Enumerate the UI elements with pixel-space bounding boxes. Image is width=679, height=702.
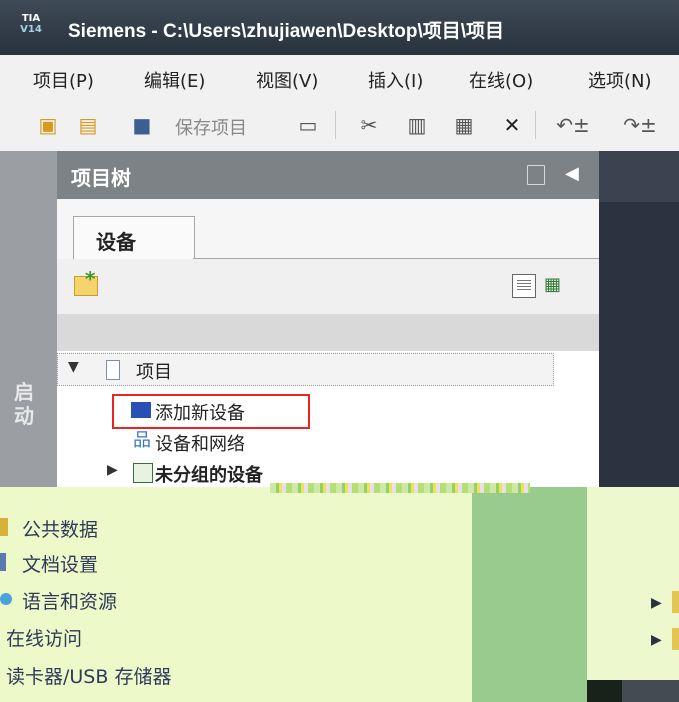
new-group-icon[interactable] [74,267,98,296]
menu-insert[interactable]: 插入(I) [368,67,423,93]
project-tree-toolbar: ▦ [57,259,599,314]
marker-block [672,628,679,650]
menu-edit[interactable]: 编辑(E) [144,67,205,93]
tree-item-label: 未分组的设备 [155,465,263,486]
network-icon: 品 [133,430,151,451]
menu-project[interactable]: 项目(P) [33,67,94,93]
open-project-icon[interactable]: ▤ [76,113,100,137]
undo-icon[interactable]: ↶± [555,113,591,137]
tree-item-project[interactable]: ▼ 项目 [57,353,554,386]
window-title: Siemens - C:\Users\zhujiawen\Desktop\项目\… [68,21,505,42]
print-icon[interactable]: ▭ [296,113,320,137]
menu-view[interactable]: 视图(V) [256,67,318,93]
save-project-button[interactable]: 保存项目 [175,114,247,140]
tia-portal-logo: TIA V14 [16,13,46,43]
tree-item-devices-networks[interactable]: 品 设备和网络 [57,426,554,457]
title-bar: TIA V14 Siemens - C:\Users\zhujiawen\Des… [0,0,679,55]
logo-line-2: V14 [20,24,42,35]
project-tree-header: 项目树 ◀ [57,151,599,199]
redo-icon[interactable]: ↷± [620,113,660,137]
cut-icon[interactable]: ✂ [357,113,381,137]
detail-view-icon[interactable] [512,274,536,298]
folder-icon [0,518,8,536]
list-item-label: 公共数据 [22,519,99,541]
delete-icon[interactable]: ✕ [500,113,524,137]
device-group-icon [133,463,153,483]
tree-item-label: 设备和网络 [155,434,245,455]
tab-devices[interactable]: 设备 [73,216,195,260]
project-icon [106,360,120,380]
pane-toggle-icon[interactable] [527,165,545,185]
editor-area-header [599,151,679,202]
list-item-label: 在线访问 [6,628,83,650]
new-project-icon[interactable]: ▣ [36,113,60,137]
document-settings-icon [0,553,6,571]
expand-arrow-icon[interactable]: ▼ [68,359,79,375]
project-tree-title: 项目树 [71,166,131,190]
export-view-icon[interactable]: ▦ [544,274,566,296]
menu-bar: 项目(P) 编辑(E) 视图(V) 插入(I) 在线(O) 选项(N) [0,55,679,101]
toolbar: ▣ ▤ ■ 保存项目 ▭ ✂ ▥ ▦ ✕ ↶± ↷± [0,101,679,152]
toolbar-separator [535,111,536,139]
project-tree-panel: 设备 ▦ ▼ 项目 添加新设备 品 设备和网络 ▶ 未分组的设备 [57,199,599,639]
paste-icon[interactable]: ▦ [452,113,476,137]
marker-block [672,591,679,613]
tree-filter-row [57,314,599,351]
collapse-arrow-icon[interactable]: ◀ [565,163,579,184]
list-item-label: 读卡器/USB 存储器 [6,666,172,688]
start-sidebar-label[interactable]: 启动 [14,380,40,428]
toolbar-separator [335,111,336,139]
lower-green-column [472,487,587,702]
tab-devices-label: 设备 [96,230,136,254]
globe-icon [0,593,12,605]
status-block [622,680,679,702]
rendering-artifact [270,483,530,493]
menu-online[interactable]: 在线(O) [469,67,533,93]
status-block [587,680,622,702]
tree-item-label: 项目 [136,362,172,383]
logo-line-1: TIA [21,13,41,24]
start-sidebar[interactable] [0,151,57,487]
expand-arrow-icon[interactable]: ▶ [651,632,662,648]
list-item-label: 语言和资源 [22,591,118,613]
save-icon[interactable]: ■ [130,113,154,137]
highlight-box [112,394,310,429]
copy-icon[interactable]: ▥ [405,113,429,137]
menu-options[interactable]: 选项(N) [588,67,652,93]
expand-arrow-icon[interactable]: ▶ [107,462,118,478]
list-item-label: 文档设置 [22,554,99,576]
lower-right-column: ▶ ▶ [587,487,679,702]
lower-list-column: 公共数据 文档设置 语言和资源 在线访问 读卡器/USB 存储器 [0,487,472,702]
expand-arrow-icon[interactable]: ▶ [651,595,662,611]
